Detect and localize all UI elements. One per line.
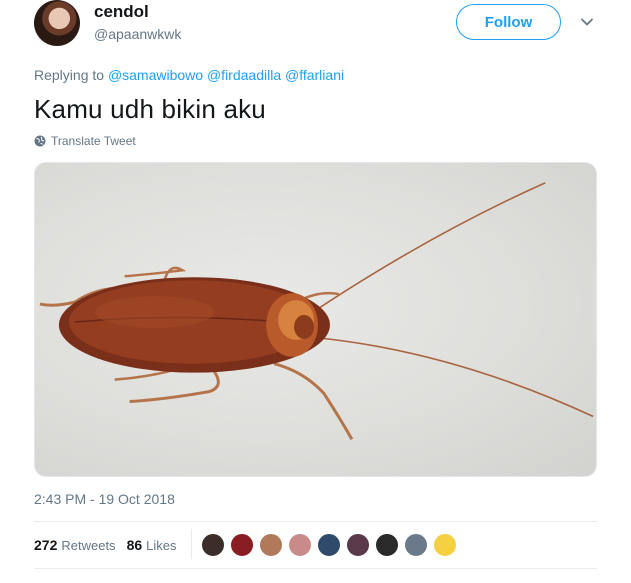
replying-prefix: Replying to xyxy=(34,67,105,83)
follow-button[interactable]: Follow xyxy=(456,4,561,40)
tweet-stats: 272 Retweets 86 Likes xyxy=(34,537,188,553)
liker-avatar[interactable] xyxy=(259,533,283,557)
translate-label[interactable]: Translate Tweet xyxy=(51,134,136,148)
translate-tweet[interactable]: Translate Tweet xyxy=(34,134,136,148)
liker-avatar[interactable] xyxy=(317,533,341,557)
liker-avatar[interactable] xyxy=(433,533,457,557)
retweets-stat[interactable]: 272 Retweets xyxy=(34,537,116,553)
liker-avatar[interactable] xyxy=(404,533,428,557)
mention-link[interactable]: @ffarliani xyxy=(285,67,344,83)
divider xyxy=(191,529,192,559)
liker-avatar[interactable] xyxy=(346,533,370,557)
globe-icon xyxy=(34,135,46,147)
likes-stat[interactable]: 86 Likes xyxy=(127,537,177,553)
display-name[interactable]: cendol xyxy=(94,2,149,22)
tweet-timestamp[interactable]: 2:43 PM - 19 Oct 2018 xyxy=(34,491,175,507)
user-handle[interactable]: @apaanwkwk xyxy=(94,26,181,42)
liker-avatars xyxy=(201,533,462,557)
divider xyxy=(34,568,597,569)
avatar[interactable] xyxy=(34,0,80,46)
likes-count: 86 xyxy=(126,537,143,553)
liker-avatar[interactable] xyxy=(201,533,225,557)
divider xyxy=(34,521,597,522)
mention-link[interactable]: @samawibowo xyxy=(108,67,203,83)
liker-avatar[interactable] xyxy=(375,533,399,557)
retweets-count: 272 xyxy=(34,537,58,553)
mention-link[interactable]: @firdaadilla xyxy=(207,67,281,83)
retweets-label: Retweets xyxy=(61,538,116,553)
liker-avatar[interactable] xyxy=(230,533,254,557)
replying-to: Replying to @samawibowo @firdaadilla @ff… xyxy=(34,67,344,83)
cockroach-image xyxy=(39,182,594,440)
tweet-media-image[interactable] xyxy=(34,162,597,477)
likes-label: Likes xyxy=(146,538,177,553)
chevron-down-icon[interactable] xyxy=(579,14,595,30)
tweet-text: Kamu udh bikin aku xyxy=(34,94,266,124)
liker-avatar[interactable] xyxy=(288,533,312,557)
